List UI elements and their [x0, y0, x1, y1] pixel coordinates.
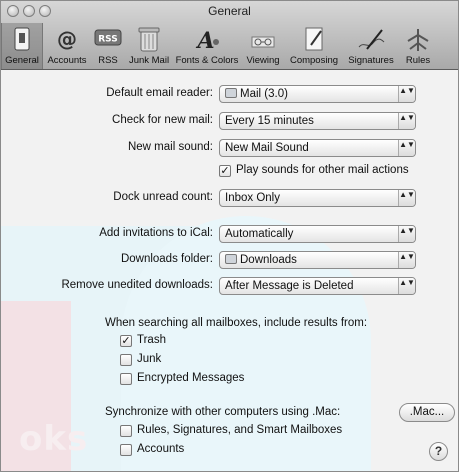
- watermark-text: oks: [19, 419, 89, 459]
- window-title: General: [208, 4, 251, 18]
- search-encrypted-checkbox[interactable]: [120, 373, 132, 385]
- svg-text:@: @: [57, 27, 77, 51]
- search-junk-label: Junk: [137, 353, 162, 365]
- default-email-reader-popup[interactable]: Mail (3.0) ▲▼: [219, 85, 416, 103]
- dock-unread-label: Dock unread count:: [113, 191, 213, 203]
- popup-arrows-icon: ▲▼: [398, 86, 415, 102]
- sync-accounts-checkbox[interactable]: [120, 444, 132, 456]
- sync-accounts-label: Accounts: [137, 443, 185, 455]
- add-invitations-label: Add invitations to iCal:: [99, 227, 213, 239]
- rules-icon: [402, 25, 434, 53]
- popup-arrows-icon: ▲▼: [398, 190, 415, 206]
- sync-heading: Synchronize with other computers using .…: [105, 406, 341, 418]
- mac-button[interactable]: .Mac...: [399, 403, 455, 422]
- svg-text:RSS: RSS: [98, 35, 118, 45]
- fonts-icon: A: [191, 25, 223, 54]
- search-trash-label: Trash: [137, 334, 166, 346]
- at-sign-icon: @: [51, 25, 83, 53]
- general-switch-icon: [6, 25, 38, 53]
- new-mail-sound-popup[interactable]: New Mail Sound ▲▼: [219, 139, 416, 157]
- search-trash-checkbox[interactable]: ✓: [120, 335, 132, 347]
- play-sounds-checkbox[interactable]: ✓: [219, 165, 231, 177]
- play-sounds-label: Play sounds for other mail actions: [236, 164, 409, 176]
- rss-icon: RSS: [92, 25, 124, 53]
- downloads-folder-popup[interactable]: Downloads ▲▼: [219, 251, 416, 269]
- new-mail-sound-label: New mail sound:: [127, 141, 213, 153]
- pencil-paper-icon: [298, 25, 330, 53]
- dock-unread-popup[interactable]: Inbox Only ▲▼: [219, 189, 416, 207]
- viewing-glasses-icon: [247, 25, 279, 53]
- preferences-window: oks General General @ Accounts RSS RSS J…: [0, 0, 459, 472]
- search-encrypted-label: Encrypted Messages: [137, 372, 245, 384]
- tab-general[interactable]: General: [1, 23, 43, 69]
- default-email-reader-label: Default email reader:: [106, 87, 213, 99]
- folder-icon: [225, 254, 237, 264]
- popup-arrows-icon: ▲▼: [398, 252, 415, 268]
- sync-rules-checkbox[interactable]: [120, 425, 132, 437]
- help-button[interactable]: ?: [429, 442, 448, 461]
- popup-arrows-icon: ▲▼: [398, 278, 415, 294]
- search-heading: When searching all mailboxes, include re…: [105, 317, 368, 329]
- remove-unedited-popup[interactable]: After Message is Deleted ▲▼: [219, 277, 416, 295]
- signature-pen-icon: [355, 25, 387, 53]
- tab-rss[interactable]: RSS RSS: [91, 23, 125, 69]
- tab-fonts-colors[interactable]: A Fonts & Colors: [173, 23, 241, 69]
- check-new-mail-popup[interactable]: Every 15 minutes ▲▼: [219, 112, 416, 130]
- trash-can-icon: [133, 25, 165, 53]
- title-bar: General General @ Accounts RSS RSS Junk …: [1, 1, 458, 70]
- downloads-folder-label: Downloads folder:: [120, 253, 213, 265]
- add-invitations-popup[interactable]: Automatically ▲▼: [219, 225, 416, 243]
- svg-text:A: A: [195, 28, 214, 53]
- tab-junk-mail[interactable]: Junk Mail: [125, 23, 173, 69]
- check-new-mail-label: Check for new mail:: [112, 114, 213, 126]
- tab-signatures[interactable]: Signatures: [343, 23, 399, 69]
- popup-arrows-icon: ▲▼: [398, 140, 415, 156]
- remove-unedited-label: Remove unedited downloads:: [61, 279, 213, 291]
- preferences-toolbar: General @ Accounts RSS RSS Junk Mail A F…: [1, 23, 458, 69]
- popup-arrows-icon: ▲▼: [398, 226, 415, 242]
- search-junk-checkbox[interactable]: [120, 354, 132, 366]
- popup-arrows-icon: ▲▼: [398, 113, 415, 129]
- sync-rules-label: Rules, Signatures, and Smart Mailboxes: [137, 424, 343, 436]
- tab-rules[interactable]: Rules: [399, 23, 437, 69]
- mail-app-icon: [225, 88, 237, 98]
- tab-viewing[interactable]: Viewing: [241, 23, 285, 69]
- tab-composing[interactable]: Composing: [285, 23, 343, 69]
- tab-accounts[interactable]: @ Accounts: [43, 23, 91, 69]
